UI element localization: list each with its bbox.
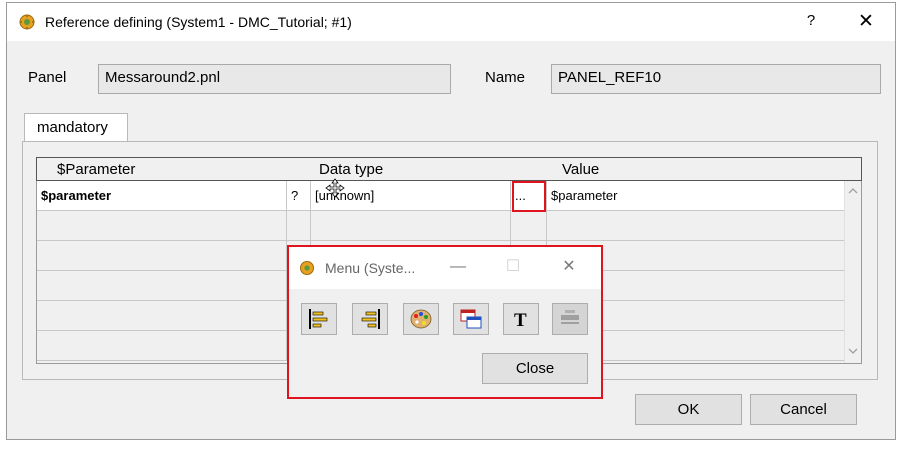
- close-button[interactable]: Close: [482, 353, 588, 384]
- cell-flag: ?: [287, 181, 311, 210]
- cancel-button[interactable]: Cancel: [750, 394, 857, 425]
- title-bar: Reference defining (System1 - DMC_Tutori…: [7, 3, 895, 41]
- color-palette-icon: [410, 309, 432, 329]
- cell-parameter[interactable]: $parameter: [37, 181, 287, 210]
- scroll-up-icon[interactable]: [847, 185, 859, 197]
- scroll-down-icon[interactable]: [847, 345, 859, 357]
- help-button[interactable]: ?: [801, 12, 821, 32]
- windows-icon: [460, 309, 482, 329]
- align-left-tool-button[interactable]: [301, 303, 337, 335]
- cell-empty[interactable]: [37, 211, 287, 240]
- cell-empty[interactable]: [547, 211, 845, 240]
- app-gear-icon: [300, 261, 314, 275]
- windows-tool-button[interactable]: [453, 303, 489, 335]
- minimize-icon[interactable]: —: [448, 257, 468, 277]
- table-row[interactable]: [37, 211, 845, 241]
- ok-button[interactable]: OK: [635, 394, 742, 425]
- align-left-icon: [309, 309, 328, 329]
- header-value: Value: [562, 161, 600, 178]
- text-tool-button[interactable]: T: [503, 303, 539, 335]
- cell-empty[interactable]: [37, 331, 287, 360]
- cell-empty[interactable]: [37, 301, 287, 330]
- header-datatype: Data type: [319, 161, 384, 178]
- menu-title: Menu (Syste...: [325, 260, 416, 276]
- name-label: Name: [485, 69, 526, 86]
- name-field[interactable]: PANEL_REF10: [551, 64, 881, 94]
- align-right-tool-button[interactable]: [352, 303, 388, 335]
- cell-empty[interactable]: [311, 211, 511, 240]
- text-icon: T: [514, 310, 527, 330]
- cell-empty[interactable]: [37, 241, 287, 270]
- tab-mandatory[interactable]: mandatory: [24, 113, 128, 142]
- menu-popup-window: Menu (Syste... — ☐ ✕ T Close: [287, 245, 603, 399]
- disabled-tool-button: [552, 303, 588, 335]
- app-gear-icon: [19, 14, 35, 30]
- cell-empty[interactable]: [37, 271, 287, 300]
- svg-text:T: T: [514, 310, 527, 330]
- table-header: $Parameter Data type Value: [36, 157, 862, 181]
- align-right-icon: [361, 309, 380, 329]
- vertical-scrollbar[interactable]: [844, 181, 861, 363]
- header-parameter: $Parameter: [57, 161, 136, 178]
- cell-empty[interactable]: [511, 211, 547, 240]
- move-cursor-icon: [325, 178, 345, 198]
- menu-title-bar: Menu (Syste... — ☐ ✕: [289, 247, 601, 289]
- cell-empty: [287, 211, 311, 240]
- close-icon[interactable]: ✕: [559, 257, 579, 277]
- close-icon[interactable]: ✕: [853, 9, 879, 35]
- panel-field[interactable]: Messaround2.pnl: [98, 64, 451, 94]
- table-row[interactable]: $parameter ? [unknown] ... $parameter: [37, 181, 845, 211]
- cell-value[interactable]: $parameter: [547, 181, 845, 210]
- color-palette-tool-button[interactable]: [403, 303, 439, 335]
- maximize-icon: ☐: [505, 258, 521, 275]
- window-title: Reference defining (System1 - DMC_Tutori…: [45, 14, 352, 30]
- ellipsis-highlight: [512, 181, 546, 212]
- panel-label: Panel: [28, 69, 67, 86]
- disabled-tool-icon: [561, 310, 579, 324]
